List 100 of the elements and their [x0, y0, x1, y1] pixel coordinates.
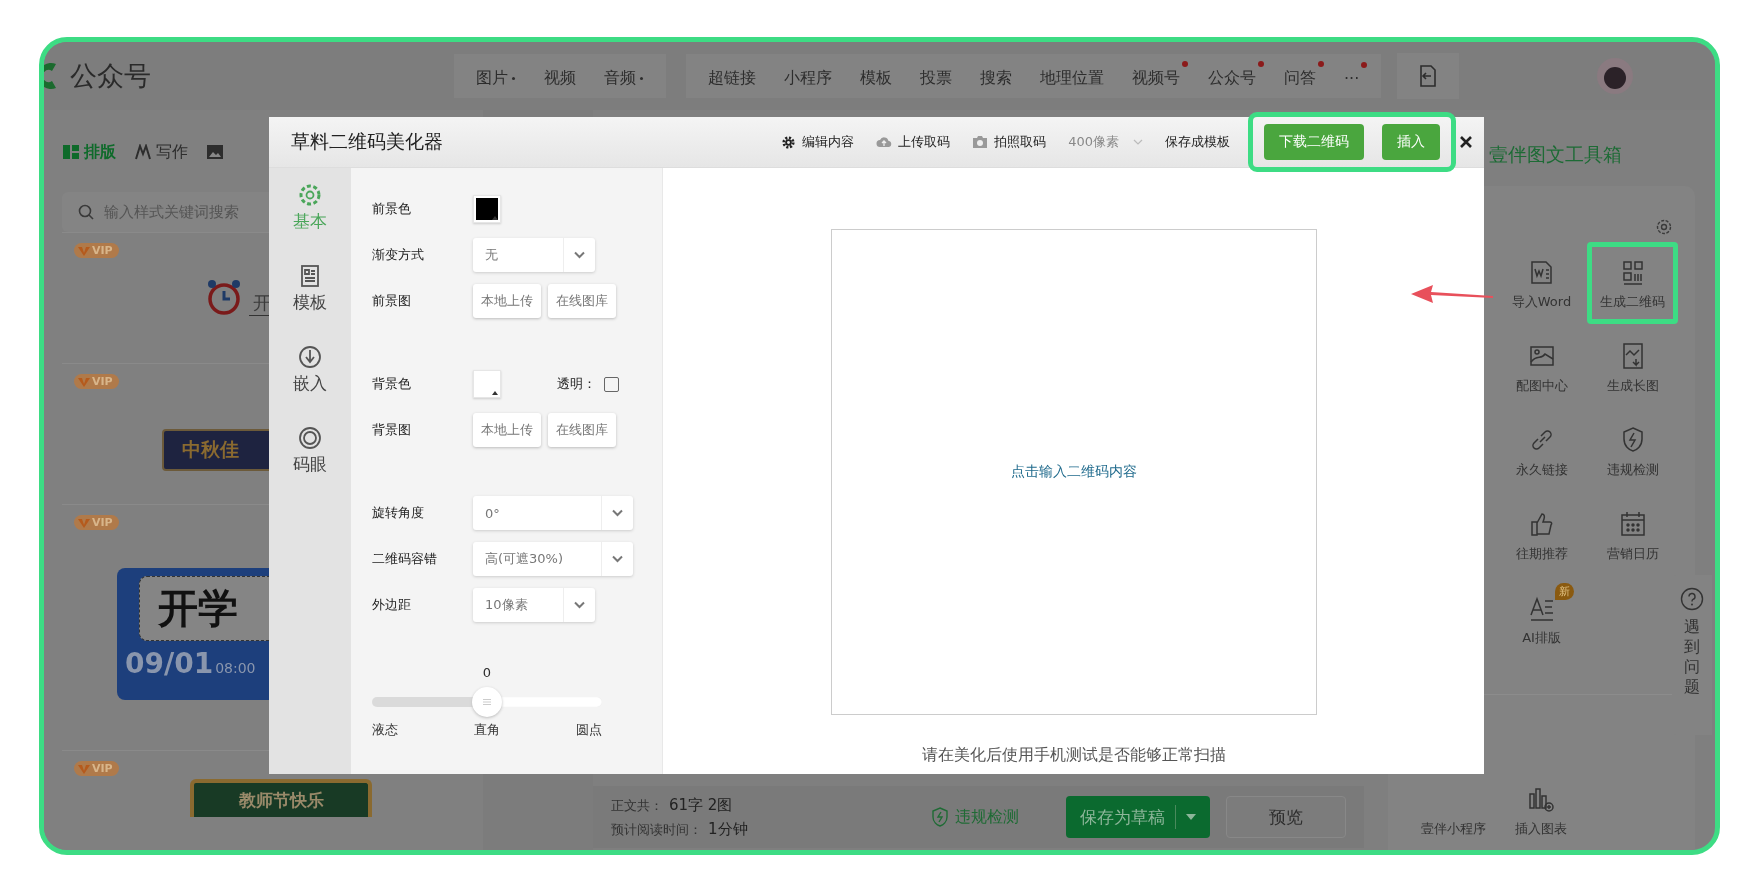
slider-value: 0: [482, 665, 492, 680]
tool-button[interactable]: 营销日历: [1587, 494, 1678, 576]
template-date: 09/01: [125, 647, 214, 680]
field-label: 旋转角度: [372, 504, 425, 522]
tool-button[interactable]: 导入Word: [1496, 242, 1587, 324]
toolbar-button[interactable]: 保存成模板: [1165, 133, 1230, 151]
template-title: 开学: [158, 584, 238, 633]
notification-dot: [1182, 60, 1188, 67]
dialog-title: 草料二维码美化器: [291, 129, 443, 154]
stat-label: 正文共：: [611, 798, 663, 813]
dropdown[interactable]: 0°: [473, 496, 633, 530]
upload-button[interactable]: 本地上传: [473, 284, 541, 318]
document-icon[interactable]: [1418, 64, 1439, 88]
action-button[interactable]: 插入: [1382, 124, 1440, 160]
tool-button[interactable]: 新 AI排版: [1496, 578, 1587, 660]
notification-dot: [1258, 60, 1264, 67]
slider-thumb[interactable]: [472, 687, 502, 717]
notification-dot: [1361, 61, 1368, 68]
dropdown[interactable]: 无: [473, 238, 595, 272]
toolbar-item[interactable]: 图片: [462, 59, 530, 93]
template-time: 08:00: [215, 660, 256, 676]
toolbar-button[interactable]: 编辑内容: [781, 133, 855, 151]
toolbar-item[interactable]: 视频号: [1118, 59, 1194, 93]
save-draft-button[interactable]: 保存为草稿: [1066, 796, 1210, 838]
download-icon: [297, 344, 323, 370]
cloud-upload-icon: [876, 136, 893, 148]
field-label: 背景色: [372, 375, 412, 393]
toolbar-item[interactable]: 投票: [906, 59, 966, 93]
shield-icon: [931, 807, 949, 827]
image-icon[interactable]: [206, 144, 224, 160]
vip-badge: VIP: [74, 243, 119, 258]
toolbar-item[interactable]: 小程序: [770, 59, 846, 93]
toolbar-item[interactable]: 模板: [846, 59, 906, 93]
gear-icon: [781, 134, 797, 150]
toolbar-item[interactable]: ···: [1330, 60, 1374, 92]
tool-button[interactable]: 永久链接: [1496, 410, 1587, 492]
upload-button[interactable]: 在线图库: [548, 413, 616, 447]
toolbar-item[interactable]: 视频: [530, 59, 590, 93]
upload-button[interactable]: 在线图库: [548, 284, 616, 318]
field-label: 二维码容错: [372, 550, 438, 568]
dropdown[interactable]: 高(可遮30%): [473, 542, 633, 576]
caret-icon: [639, 75, 644, 81]
tool-button[interactable]: 配图中心: [1496, 326, 1587, 408]
stat-value: 61字 2图: [669, 796, 733, 814]
template-title: 教师节快乐: [238, 788, 324, 812]
field-label: 背景图: [372, 421, 412, 439]
pen-icon: [134, 144, 152, 160]
tool-button[interactable]: 插入图表: [1497, 769, 1585, 850]
vip-badge: VIP: [74, 515, 119, 530]
toolbar-item[interactable]: 搜索: [966, 59, 1026, 93]
avatar[interactable]: [1597, 58, 1634, 94]
help-tab[interactable]: 遇到问题: [1672, 575, 1712, 735]
template-card[interactable]: 教师节快乐: [190, 779, 372, 817]
action-button[interactable]: 下载二维码: [1264, 124, 1364, 160]
toolbar-item[interactable]: 音频: [590, 59, 658, 93]
notification-dot: [1318, 60, 1324, 67]
field-label: 前景色: [372, 200, 412, 218]
stat-value: 1分钟: [708, 820, 748, 838]
caret-icon: [511, 75, 516, 81]
tool-button[interactable]: 生成长图: [1587, 326, 1678, 408]
dropdown[interactable]: 10像素: [473, 588, 595, 622]
toolbar-item[interactable]: 地理位置: [1026, 59, 1118, 93]
vip-badge: VIP: [74, 374, 119, 389]
preview-button[interactable]: 预览: [1226, 796, 1346, 838]
help-icon: [1680, 587, 1704, 611]
checkbox[interactable]: [604, 376, 619, 392]
qr-preview-area[interactable]: 点击输入二维码内容: [830, 229, 1317, 715]
toolbar-item[interactable]: 公众号: [1194, 59, 1270, 93]
gear-icon: [297, 182, 323, 208]
tool-button[interactable]: 违规检测: [1587, 410, 1678, 492]
toolbar-button[interactable]: 拍照取码: [972, 133, 1047, 151]
slider-label: 圆点: [576, 721, 602, 739]
panel-tab[interactable]: 写作: [134, 141, 188, 163]
stat-label: 预计阅读时间：: [611, 822, 702, 837]
field-label: 前景图: [372, 292, 412, 310]
checkbox-label: 透明：: [557, 375, 596, 393]
close-icon[interactable]: [1460, 136, 1472, 148]
slider-label: 液态: [372, 721, 398, 739]
toolbar-button[interactable]: 400像素: [1068, 133, 1143, 151]
side-tab[interactable]: 模板: [293, 263, 327, 314]
toolbar-item[interactable]: 问答: [1270, 59, 1330, 93]
settings-icon[interactable]: [1655, 218, 1673, 236]
vip-badge: VIP: [74, 761, 119, 776]
alarm-clock-icon: [205, 278, 243, 316]
color-swatch[interactable]: [473, 370, 501, 398]
qr-content-link[interactable]: 点击输入二维码内容: [1010, 463, 1137, 481]
tool-button[interactable]: 往期推荐: [1496, 494, 1587, 576]
app-title: 公众号: [70, 59, 151, 93]
field-label: 外边距: [372, 596, 412, 614]
toolbar-button[interactable]: 上传取码: [876, 133, 951, 151]
slider-label: 直角: [474, 721, 500, 739]
layout-icon: [62, 144, 80, 160]
upload-button[interactable]: 本地上传: [473, 413, 541, 447]
field-label: 渐变方式: [372, 246, 425, 264]
tool-button[interactable]: 生成二维码: [1587, 242, 1678, 324]
color-swatch[interactable]: [473, 195, 501, 223]
chevron-icon: [1133, 139, 1143, 145]
toolbar-item[interactable]: 超链接: [694, 59, 770, 93]
caret-icon: [1186, 814, 1196, 820]
side-tab[interactable]: 嵌入: [293, 344, 327, 395]
